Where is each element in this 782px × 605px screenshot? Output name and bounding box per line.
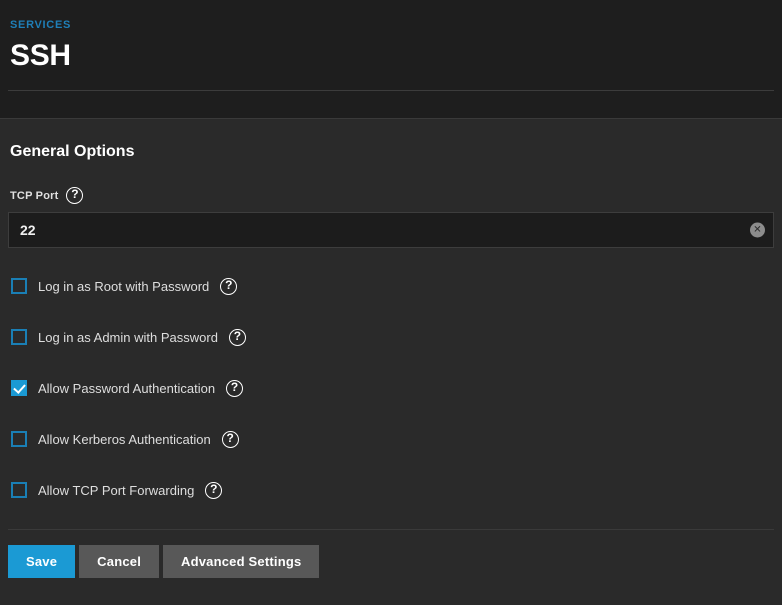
checkbox-row-root-password[interactable]: Log in as Root with Password ? bbox=[8, 276, 774, 296]
checkbox-label-tcp-forwarding: Allow TCP Port Forwarding bbox=[38, 482, 195, 498]
general-options-card: General Options TCP Port ? ✕ Log in as R… bbox=[0, 118, 782, 605]
clear-circle-icon[interactable]: ✕ bbox=[750, 222, 765, 238]
header-spacer bbox=[0, 91, 782, 118]
button-row: Save Cancel Advanced Settings bbox=[8, 545, 320, 578]
advanced-settings-button[interactable]: Advanced Settings bbox=[163, 545, 320, 578]
checkbox-tcp-forwarding[interactable] bbox=[11, 482, 27, 498]
checkbox-root-password[interactable] bbox=[11, 278, 27, 294]
page-title: SSH bbox=[10, 39, 71, 72]
cancel-button[interactable]: Cancel bbox=[79, 545, 160, 578]
checkbox-label-kerberos-auth: Allow Kerberos Authentication bbox=[38, 431, 211, 447]
checkbox-row-password-auth[interactable]: Allow Password Authentication ? bbox=[8, 378, 774, 398]
question-circle-icon[interactable]: ? bbox=[220, 277, 238, 295]
card-title: General Options bbox=[10, 143, 135, 160]
checkbox-label-admin-password: Log in as Admin with Password bbox=[38, 329, 218, 345]
checkbox-password-auth[interactable] bbox=[11, 380, 27, 396]
question-circle-icon[interactable]: ? bbox=[221, 430, 239, 448]
checkbox-row-tcp-forwarding[interactable]: Allow TCP Port Forwarding ? bbox=[8, 480, 774, 500]
question-circle-icon[interactable]: ? bbox=[226, 379, 244, 397]
tcp-port-label: TCP Port bbox=[10, 189, 59, 202]
checkbox-row-kerberos-auth[interactable]: Allow Kerberos Authentication ? bbox=[8, 429, 774, 449]
footer-divider bbox=[8, 529, 774, 530]
checkbox-admin-password[interactable] bbox=[11, 329, 27, 345]
question-circle-icon[interactable]: ? bbox=[228, 328, 246, 346]
card-body: TCP Port ? ✕ Log in as Root with Passwor… bbox=[0, 163, 782, 500]
tcp-port-label-row: TCP Port ? bbox=[8, 187, 774, 204]
checkbox-kerberos-auth[interactable] bbox=[11, 431, 27, 447]
page-header: SERVICES SSH bbox=[0, 0, 782, 90]
breadcrumb[interactable]: SERVICES bbox=[10, 18, 772, 32]
tcp-port-input-wrap: ✕ bbox=[8, 212, 774, 248]
checkbox-label-root-password: Log in as Root with Password bbox=[38, 278, 210, 294]
tcp-port-input[interactable] bbox=[8, 212, 774, 248]
checkbox-row-admin-password[interactable]: Log in as Admin with Password ? bbox=[8, 327, 774, 347]
save-button[interactable]: Save bbox=[8, 545, 76, 578]
question-circle-icon[interactable]: ? bbox=[205, 481, 223, 499]
checkbox-list: Log in as Root with Password ? Log in as… bbox=[8, 276, 774, 500]
question-circle-icon[interactable]: ? bbox=[66, 187, 84, 204]
checkbox-label-password-auth: Allow Password Authentication bbox=[38, 380, 216, 396]
